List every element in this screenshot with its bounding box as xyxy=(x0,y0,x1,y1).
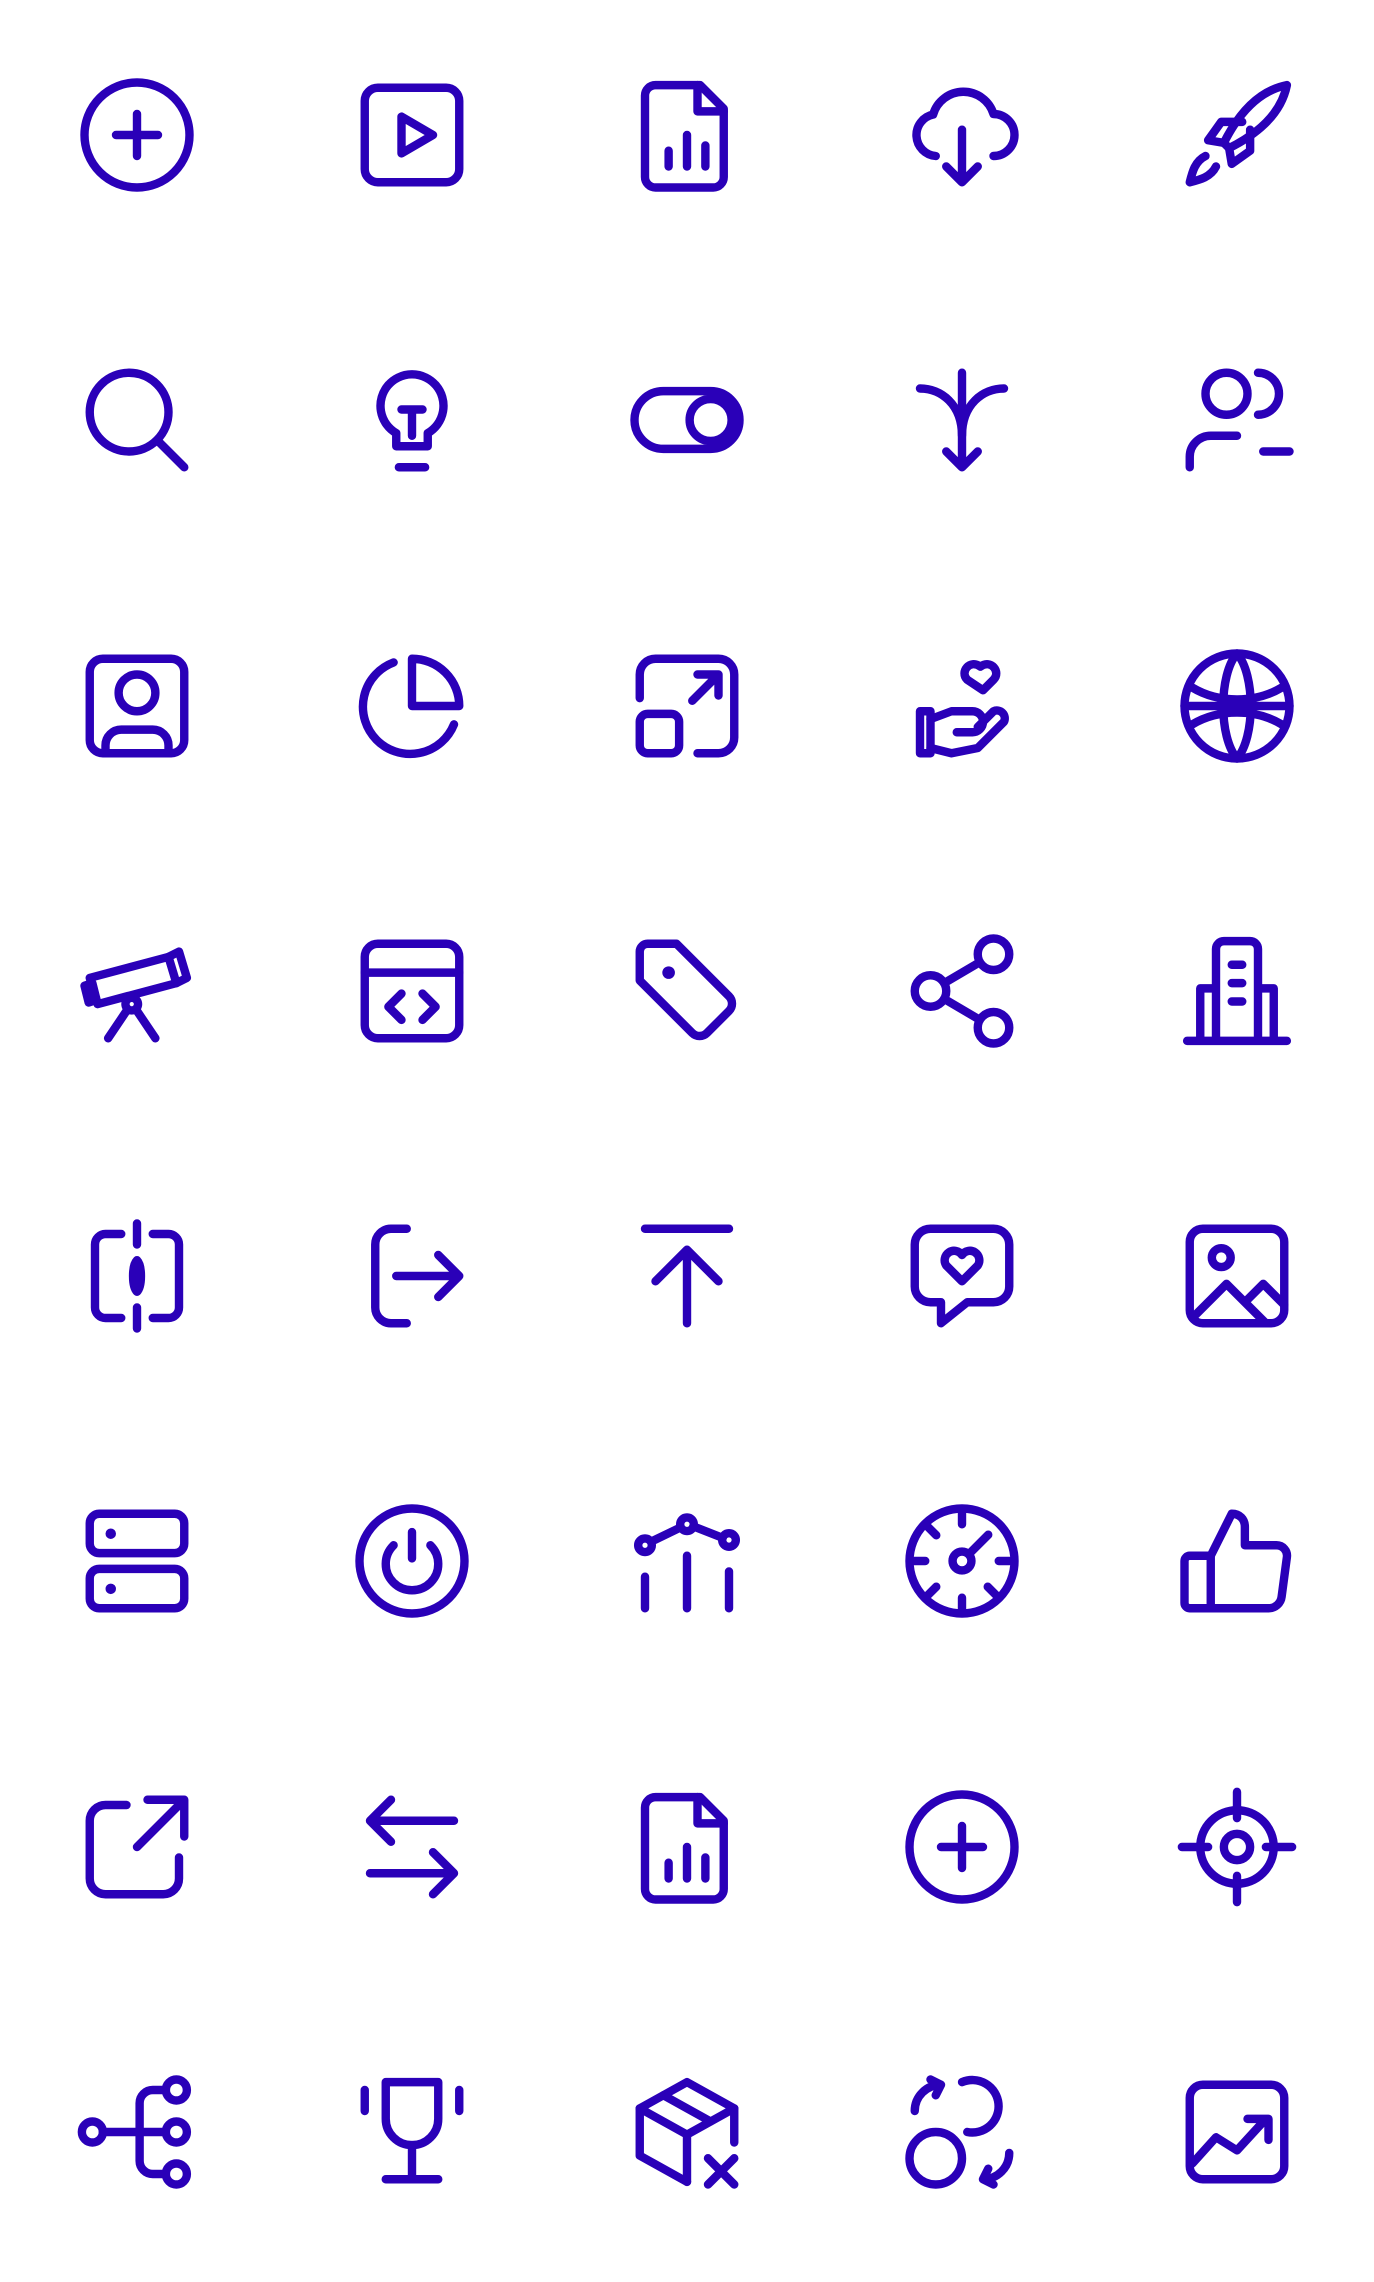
speedometer-icon xyxy=(899,1498,1025,1624)
file-chart-icon xyxy=(624,72,750,198)
user-remove-icon xyxy=(1174,357,1300,483)
icon-cell xyxy=(1099,856,1374,1141)
icon-cell xyxy=(0,856,275,1141)
logout-icon xyxy=(349,1213,475,1339)
branch-icon xyxy=(74,2069,200,2195)
icon-cell xyxy=(275,1426,550,1711)
icon-cell xyxy=(0,1997,275,2282)
thumbs-up-icon xyxy=(1174,1498,1300,1624)
box-remove-icon xyxy=(624,2069,750,2195)
icon-grid xyxy=(0,0,1374,2282)
icon-cell xyxy=(1099,0,1374,285)
icon-cell xyxy=(275,571,550,856)
icon-cell xyxy=(550,1141,825,1426)
icon-cell xyxy=(275,285,550,570)
pie-chart-icon xyxy=(349,643,475,769)
icon-cell xyxy=(1099,1141,1374,1426)
contact-card-icon xyxy=(74,643,200,769)
add-circle-icon xyxy=(899,1784,1025,1910)
trend-square-icon xyxy=(1174,2069,1300,2195)
icon-cell xyxy=(550,571,825,856)
icon-cell xyxy=(0,1141,275,1426)
merge-arrow-icon xyxy=(899,357,1025,483)
add-circle-icon xyxy=(74,72,200,198)
icon-cell xyxy=(824,285,1099,570)
line-bar-chart-icon xyxy=(624,1498,750,1624)
icon-cell xyxy=(824,0,1099,285)
upload-top-icon xyxy=(624,1213,750,1339)
icon-cell xyxy=(550,0,825,285)
icon-cell xyxy=(275,1997,550,2282)
icon-cell xyxy=(824,1141,1099,1426)
message-heart-icon xyxy=(899,1213,1025,1339)
icon-cell xyxy=(275,0,550,285)
target-icon xyxy=(1174,1784,1300,1910)
icon-cell xyxy=(1099,571,1374,856)
icon-cell xyxy=(550,856,825,1141)
search-icon xyxy=(74,357,200,483)
share-icon xyxy=(899,928,1025,1054)
building-icon xyxy=(1174,928,1300,1054)
icon-cell xyxy=(1099,1997,1374,2282)
globe-icon xyxy=(1174,643,1300,769)
toggle-icon xyxy=(624,357,750,483)
icon-cell xyxy=(824,1426,1099,1711)
icon-cell xyxy=(0,285,275,570)
rocket-icon xyxy=(1174,72,1300,198)
swap-arrows-icon xyxy=(349,1784,475,1910)
split-frame-icon xyxy=(74,1213,200,1339)
icon-cell xyxy=(550,1712,825,1997)
icon-cell xyxy=(0,1712,275,1997)
resize-icon xyxy=(624,643,750,769)
lightbulb-icon xyxy=(349,357,475,483)
hand-heart-icon xyxy=(899,643,1025,769)
icon-cell xyxy=(275,856,550,1141)
icon-cell xyxy=(275,1712,550,1997)
icon-cell xyxy=(550,1426,825,1711)
icon-cell xyxy=(824,856,1099,1141)
icon-cell xyxy=(275,1141,550,1426)
code-window-icon xyxy=(349,928,475,1054)
switch-circles-icon xyxy=(899,2069,1025,2195)
icon-cell xyxy=(1099,1426,1374,1711)
power-icon xyxy=(349,1498,475,1624)
icon-cell xyxy=(0,1426,275,1711)
external-link-icon xyxy=(74,1784,200,1910)
icon-cell xyxy=(1099,1712,1374,1997)
icon-cell xyxy=(824,1712,1099,1997)
telescope-icon xyxy=(74,928,200,1054)
play-square-icon xyxy=(349,72,475,198)
cloud-download-icon xyxy=(899,72,1025,198)
icon-cell xyxy=(0,0,275,285)
server-icon xyxy=(74,1498,200,1624)
file-chart-icon xyxy=(624,1784,750,1910)
trophy-icon xyxy=(349,2069,475,2195)
image-icon xyxy=(1174,1213,1300,1339)
icon-cell xyxy=(550,285,825,570)
icon-cell xyxy=(824,1997,1099,2282)
tag-icon xyxy=(624,928,750,1054)
icon-cell xyxy=(1099,285,1374,570)
icon-cell xyxy=(0,571,275,856)
icon-cell xyxy=(550,1997,825,2282)
icon-cell xyxy=(824,571,1099,856)
